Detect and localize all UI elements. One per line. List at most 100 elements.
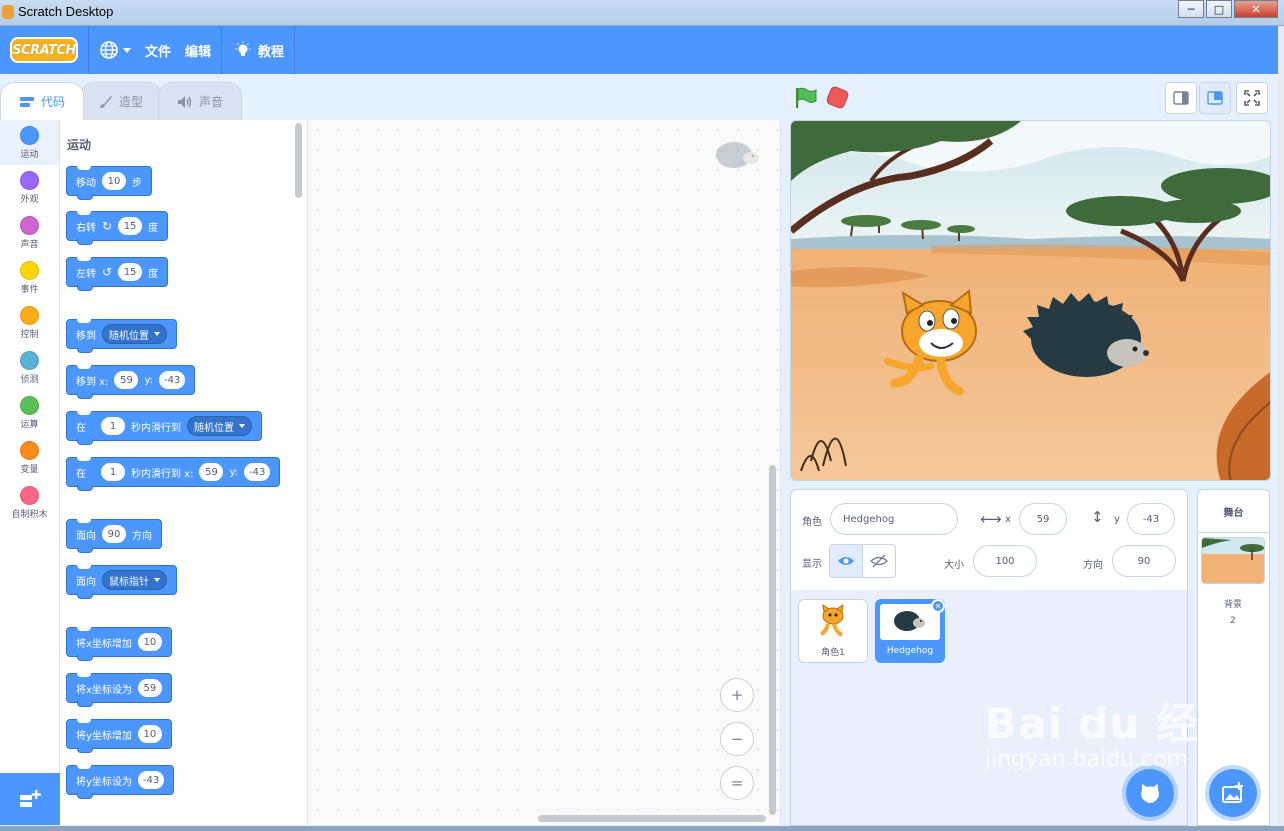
category-control[interactable]: 控制	[0, 300, 59, 345]
block-input[interactable]: 59	[137, 679, 162, 697]
block-dropdown[interactable]: 鼠标指针	[102, 570, 167, 590]
category-label: 自制积木	[11, 509, 48, 520]
savanna-backdrop	[791, 121, 1270, 480]
minimize-button[interactable]: ─	[1178, 0, 1204, 18]
add-extension-button[interactable]	[0, 773, 60, 825]
category-operators[interactable]: 运算	[0, 390, 59, 435]
normal-stage-button[interactable]	[1199, 82, 1231, 114]
green-flag-button[interactable]	[794, 87, 818, 112]
sprite-name-input[interactable]: Hedgehog	[830, 503, 958, 535]
script-vertical-scrollbar[interactable]	[769, 465, 776, 815]
category-looks[interactable]: 外观	[0, 165, 59, 210]
block-text: 将x坐标增加	[76, 638, 132, 650]
block-input[interactable]: 10	[102, 172, 126, 190]
block-move-steps[interactable]: 移动 10 步	[66, 166, 152, 200]
x-position-input[interactable]: 59	[1019, 503, 1067, 535]
small-stage-button[interactable]	[1165, 82, 1197, 114]
fullscreen-button[interactable]	[1236, 82, 1268, 114]
backdrops-label: 背景	[1224, 600, 1243, 610]
tab-costumes[interactable]: 造型	[80, 82, 163, 120]
category-events[interactable]: 事件	[0, 255, 59, 300]
window-title: Scratch Desktop	[18, 4, 114, 19]
block-set-x[interactable]: 将x坐标设为 59	[66, 673, 172, 707]
block-dropdown[interactable]: 随机位置	[187, 416, 252, 436]
y-arrows-icon: ↕	[1091, 508, 1104, 526]
block-point-towards[interactable]: 面向 鼠标指针	[66, 565, 177, 599]
block-text: 秒内滑行到	[131, 422, 181, 434]
block-go-to[interactable]: 移到 随机位置	[66, 319, 177, 353]
add-sprite-button[interactable]	[1126, 769, 1174, 817]
tutorials-menu[interactable]: 教程	[234, 41, 284, 60]
code-icon	[20, 96, 34, 107]
block-input[interactable]: 15	[118, 217, 143, 235]
backdrops-count: 2	[1230, 616, 1236, 626]
block-glide-to[interactable]: 在 1 秒内滑行到 随机位置	[66, 411, 262, 445]
block-go-to-xy[interactable]: 移到 x: 59 y: -43	[66, 365, 196, 399]
block-input[interactable]: 1	[101, 417, 125, 435]
script-horizontal-scrollbar[interactable]	[538, 815, 766, 822]
editor-tabs: 代码 造型 声音	[0, 82, 243, 120]
block-change-x[interactable]: 将x坐标增加 10	[66, 627, 172, 661]
image-add-icon	[1222, 782, 1243, 803]
palette-scrollbar[interactable]	[295, 123, 302, 198]
block-dropdown[interactable]: 随机位置	[102, 324, 167, 344]
block-input[interactable]: 15	[118, 263, 143, 281]
block-input[interactable]: 10	[137, 633, 162, 651]
block-turn-right[interactable]: 右转 ↻ 15 度	[66, 211, 169, 245]
category-motion[interactable]: 运动	[0, 120, 59, 165]
block-text: 将x坐标设为	[76, 684, 132, 696]
tab-code[interactable]: 代码	[0, 82, 85, 120]
y-position-input[interactable]: -43	[1127, 503, 1175, 535]
delete-sprite-button[interactable]: ✕	[931, 599, 945, 613]
block-categories: 运动 外观 声音 事件 控制 侦测 运算 变量 自制积木	[0, 120, 60, 773]
block-input[interactable]: 1	[101, 463, 125, 481]
dropdown-value: 随机位置	[109, 330, 149, 342]
dropdown-value: 随机位置	[194, 422, 234, 434]
zoom-in-button[interactable]: +	[720, 678, 754, 712]
cat-thumbnail	[816, 603, 850, 641]
block-turn-left[interactable]: 左转 ↺ 15 度	[66, 257, 169, 291]
block-set-y[interactable]: 将y坐标设为 -43	[66, 765, 175, 799]
sprite-tile-selected[interactable]: ✕ Hedgehog	[875, 599, 945, 663]
hedgehog-watermark-icon	[714, 138, 762, 173]
block-point-in-direction[interactable]: 面向 90 方向	[66, 519, 162, 553]
hide-sprite-button[interactable]	[862, 544, 896, 578]
maximize-button[interactable]: □	[1206, 0, 1232, 18]
block-input[interactable]: -43	[244, 463, 271, 481]
zoom-reset-button[interactable]: =	[720, 766, 754, 800]
size-input[interactable]: 100	[973, 545, 1037, 577]
block-input[interactable]: -43	[137, 771, 165, 789]
language-menu[interactable]	[99, 40, 131, 60]
block-change-y[interactable]: 将y坐标增加 10	[66, 719, 172, 753]
block-input[interactable]: -43	[159, 371, 186, 389]
category-sensing[interactable]: 侦测	[0, 345, 59, 390]
direction-input[interactable]: 90	[1112, 545, 1176, 577]
category-sound[interactable]: 声音	[0, 210, 59, 255]
zoom-in-icon: +	[730, 686, 744, 704]
script-area[interactable]: + − =	[308, 120, 781, 825]
block-input[interactable]: 59	[114, 371, 139, 389]
block-palette: 运动 移动 10 步 右转 ↻ 15 度 左转 ↺ 15 度 移到 随机位置 移…	[60, 120, 308, 825]
edit-menu[interactable]: 编辑	[185, 41, 211, 60]
normal-stage-icon	[1207, 91, 1223, 105]
file-menu[interactable]: 文件	[145, 41, 171, 60]
block-input[interactable]: 59	[199, 463, 224, 481]
category-variables[interactable]: 变量	[0, 435, 59, 480]
add-backdrop-button[interactable]	[1209, 769, 1257, 817]
sprite-tile[interactable]: 角色1	[798, 599, 868, 663]
block-glide-to-xy[interactable]: 在 1 秒内滑行到 x: 59 y: -43	[66, 457, 281, 491]
scratch-logo[interactable]: SCRATCH	[10, 37, 78, 63]
stage-canvas[interactable]	[790, 120, 1271, 481]
block-text: 在	[76, 422, 86, 434]
block-input[interactable]: 90	[102, 525, 126, 543]
zoom-out-button[interactable]: −	[720, 722, 754, 756]
category-my-blocks[interactable]: 自制积木	[0, 480, 59, 525]
close-button[interactable]: ✕	[1234, 0, 1278, 18]
block-text: 移到	[76, 330, 96, 342]
menu-divider	[88, 26, 89, 74]
stop-button[interactable]	[825, 85, 850, 110]
block-input[interactable]: 10	[137, 725, 162, 743]
tab-sounds[interactable]: 声音	[158, 82, 243, 120]
category-dot	[20, 395, 39, 415]
show-sprite-button[interactable]	[829, 544, 863, 578]
